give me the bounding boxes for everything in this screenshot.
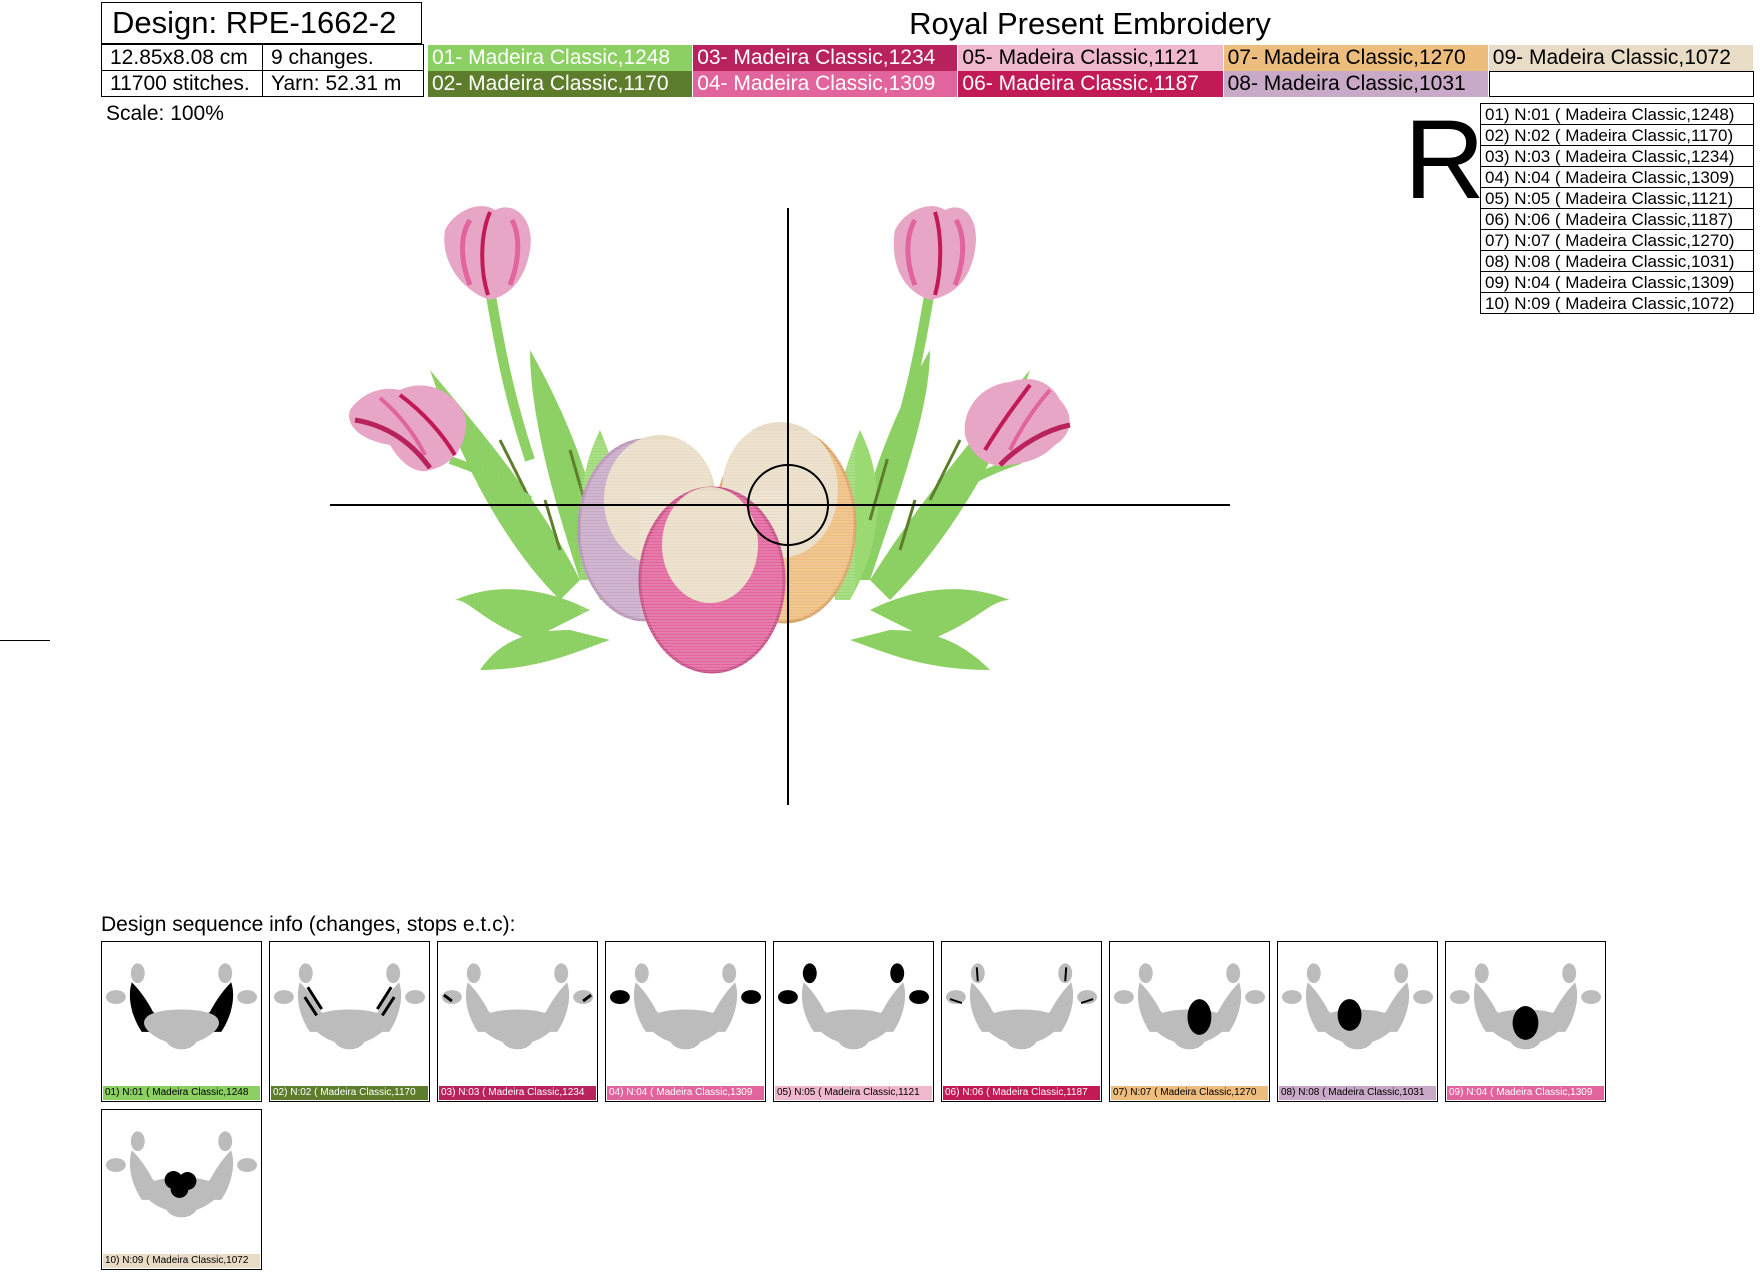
palette-swatch: 03- Madeira Classic,1234 (693, 45, 959, 71)
sequence-thumbnail (441, 963, 594, 1050)
palette-swatch: 06- Madeira Classic,1187 (958, 71, 1224, 97)
sequence-thumbnail (1449, 963, 1602, 1050)
thread-list-item: 05) N:05 ( Madeira Classic,1121) (1480, 187, 1754, 209)
thread-list-item: 10) N:09 ( Madeira Classic,1072) (1480, 292, 1754, 314)
thread-list-item: 08) N:08 ( Madeira Classic,1031) (1480, 250, 1754, 272)
sequence-step: 02) N:02 ( Madeira Classic,1170 (269, 941, 430, 1102)
sequence-step: 07) N:07 ( Madeira Classic,1270 (1109, 941, 1270, 1102)
orientation-letter: R (1404, 97, 1485, 222)
palette-swatch: 09- Madeira Classic,1072 (1488, 45, 1754, 71)
sequence-step-label: 01) N:01 ( Madeira Classic,1248 (103, 1086, 260, 1100)
right-leaves (832, 289, 1030, 670)
company-name: Royal Present Embroidery (909, 6, 1271, 41)
sequence-step-label: 02) N:02 ( Madeira Classic,1170 (271, 1086, 428, 1100)
palette-swatch: 08- Madeira Classic,1031 (1223, 71, 1489, 97)
tulip-top-left (444, 206, 531, 300)
sequence-step: 10) N:09 ( Madeira Classic,1072 (101, 1109, 262, 1270)
sequence-thumbnail (1281, 963, 1434, 1050)
thread-list-item: 04) N:04 ( Madeira Classic,1309) (1480, 166, 1754, 188)
design-title: Design: RPE-1662-2 (101, 2, 422, 44)
sequence-step-label: 05) N:05 ( Madeira Classic,1121 (775, 1086, 932, 1100)
palette-swatch: 05- Madeira Classic,1121 (958, 45, 1224, 71)
sequence-step-label: 06) N:06 ( Madeira Classic,1187 (943, 1086, 1100, 1100)
tulip-side-right (964, 379, 1071, 467)
sequence-thumbnail (945, 963, 1098, 1050)
sequence-step: 01) N:01 ( Madeira Classic,1248 (101, 941, 262, 1102)
sequence-step-label: 07) N:07 ( Madeira Classic,1270 (1111, 1086, 1268, 1100)
sequence-thumbnail (609, 963, 762, 1050)
design-size: 12.85x8.08 cm (101, 44, 263, 71)
palette-swatch: 02- Madeira Classic,1170 (428, 71, 694, 97)
sequence-thumbnail (105, 963, 258, 1050)
tulip-top-right (893, 206, 976, 300)
design-info-table: 12.85x8.08 cm 9 changes. 11700 stitches.… (101, 44, 424, 97)
sequence-step: 08) N:08 ( Madeira Classic,1031 (1277, 941, 1438, 1102)
palette-swatch (1488, 71, 1754, 97)
sequence-step-label: 09) N:04 ( Madeira Classic,1309 (1447, 1086, 1604, 1100)
thread-list-item: 06) N:06 ( Madeira Classic,1187) (1480, 208, 1754, 230)
thread-list-item: 09) N:04 ( Madeira Classic,1309) (1480, 271, 1754, 293)
sequence-step: 05) N:05 ( Madeira Classic,1121 (773, 941, 934, 1102)
thread-list-item: 02) N:02 ( Madeira Classic,1170) (1480, 124, 1754, 146)
sequence-step: 09) N:04 ( Madeira Classic,1309 (1445, 941, 1606, 1102)
sequence-title: Design sequence info (changes, stops e.t… (101, 913, 516, 936)
sequence-step: 06) N:06 ( Madeira Classic,1187 (941, 941, 1102, 1102)
sequence-step-label: 08) N:08 ( Madeira Classic,1031 (1279, 1086, 1436, 1100)
palette-swatch: 01- Madeira Classic,1248 (428, 45, 694, 71)
sequence-thumbnail (777, 963, 930, 1050)
thread-list-item: 07) N:07 ( Madeira Classic,1270) (1480, 229, 1754, 251)
embroidery-preview (330, 206, 1230, 805)
palette-swatch: 07- Madeira Classic,1270 (1223, 45, 1489, 71)
thread-list-item: 01) N:01 ( Madeira Classic,1248) (1480, 103, 1754, 125)
thread-list-item: 03) N:03 ( Madeira Classic,1234) (1480, 145, 1754, 167)
palette-swatch: 04- Madeira Classic,1309 (693, 71, 959, 97)
sequence-step: 04) N:04 ( Madeira Classic,1309 (605, 941, 766, 1102)
margin-tick (0, 640, 50, 641)
sequence-thumbnail (273, 963, 426, 1050)
sequence-step-label: 04) N:04 ( Madeira Classic,1309 (607, 1086, 764, 1100)
thread-palette: 01- Madeira Classic,1248 03- Madeira Clas… (428, 45, 1754, 97)
tulip-side-left (349, 385, 466, 472)
sequence-step: 03) N:03 ( Madeira Classic,1234 (437, 941, 598, 1102)
sequence-thumbnail (1113, 963, 1266, 1050)
sequence-step-label: 03) N:03 ( Madeira Classic,1234 (439, 1086, 596, 1100)
color-changes: 9 changes. (262, 44, 424, 71)
sequence-thumbnail (105, 1131, 258, 1218)
stitch-count: 11700 stitches. (101, 70, 263, 97)
yarn-length: Yarn: 52.31 m (262, 70, 424, 97)
thread-sequence-list: 01) N:01 ( Madeira Classic,1248) 02) N:02… (1480, 103, 1754, 314)
scale-label: Scale: 100% (106, 102, 224, 125)
sequence-step-label: 10) N:09 ( Madeira Classic,1072 (103, 1254, 260, 1268)
egg-front (638, 486, 786, 674)
